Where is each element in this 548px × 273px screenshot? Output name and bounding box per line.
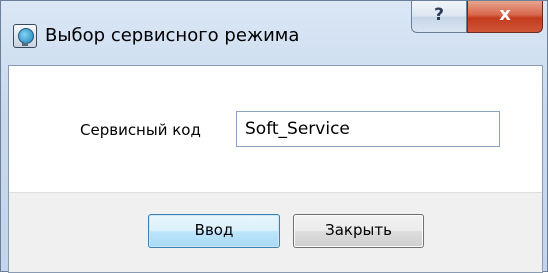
- divider: [9, 192, 542, 193]
- service-code-label: Сервисный код: [80, 121, 201, 139]
- window-close-button[interactable]: x: [467, 1, 543, 33]
- window-title: Выбор сервисного режима: [45, 25, 300, 46]
- enter-button[interactable]: Ввод: [148, 214, 280, 248]
- close-button[interactable]: Закрыть: [293, 214, 424, 248]
- monitor-settings-icon: [13, 24, 37, 48]
- dialog-window: Выбор сервисного режима ? x Сервисный ко…: [0, 0, 548, 273]
- form-panel: Сервисный код: [9, 66, 542, 192]
- help-button[interactable]: ?: [411, 1, 467, 33]
- help-icon: ?: [434, 5, 444, 25]
- dialog-client-area: Сервисный код Ввод Закрыть: [8, 65, 543, 273]
- close-icon: x: [499, 4, 511, 25]
- title-bar[interactable]: Выбор сервисного режима ? x: [1, 1, 548, 63]
- service-code-input[interactable]: [236, 111, 500, 147]
